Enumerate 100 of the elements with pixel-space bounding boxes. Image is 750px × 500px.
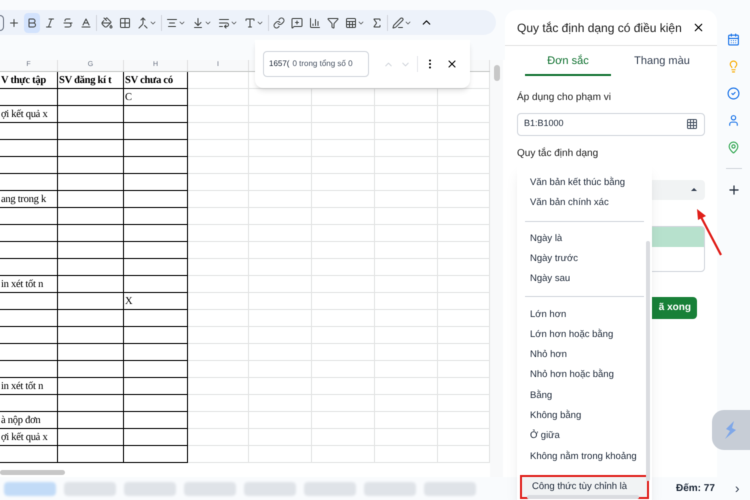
table-cell [312,157,375,174]
menu-item[interactable]: Văn bản kết thúc bằng [517,173,652,194]
menu-item[interactable]: Lớn hơn hoặc bằng [517,324,652,346]
vertical-align-icon [192,16,204,28]
tab[interactable]: Đơn sắc [525,53,611,76]
menu-item[interactable]: Không bằng [517,406,652,426]
table-cell [58,293,124,310]
table-cell [375,429,438,446]
sum-icon [371,16,383,28]
table-cell: in xét tốt n [0,378,58,395]
table-cell: ang trong k [0,191,58,208]
table-cell [375,344,438,361]
table-cell [0,140,58,157]
table-cell [188,89,249,106]
table-cell [375,395,438,412]
table-cell [375,123,438,140]
table-cell [312,361,375,378]
table-cell [375,225,438,242]
strikethrough-icon [62,16,74,28]
table-cell [124,378,188,395]
table-cell [0,361,58,378]
table-cell [249,123,312,140]
range-field[interactable]: B1:B1000 [517,112,705,136]
tab[interactable]: Thang màu [619,53,705,76]
check-circle-icon[interactable] [727,87,740,100]
bold-button[interactable] [24,12,40,32]
table-cell [0,242,58,259]
menu-scrollbar[interactable] [646,241,650,481]
table-cell [188,395,249,412]
borders-icon [119,16,131,28]
menu-item[interactable]: Ở giữa [517,426,652,447]
vertical-scrollbar[interactable] [494,65,500,81]
table-cell [124,208,188,225]
menu-item[interactable]: Ngày trước [517,248,652,270]
table-cell: SV chưa có [124,72,188,89]
person-icon[interactable] [727,114,740,127]
close-icon [692,21,705,34]
table-cell [312,395,375,412]
menu-item[interactable]: Nhỏ hơn [517,345,652,366]
table-cell [312,293,375,310]
menu-item[interactable]: Ngày sau [517,269,652,290]
table-cell [58,89,124,106]
table-cell [124,361,188,378]
table-cell [124,276,188,293]
table-cell [188,174,249,191]
table-cell [249,327,312,344]
map-pin-icon[interactable] [727,141,740,154]
table-cell [0,225,58,242]
table-cell [124,310,188,327]
rules-label: Quy tắc định dạng [516,148,600,160]
table-cell [58,174,124,191]
table-cell [58,106,124,123]
table-cell [58,157,124,174]
table-cell [375,259,438,276]
menu-item[interactable]: Nhỏ hơn hoặc bằng [517,365,652,386]
table-cell [124,106,188,123]
close-icon[interactable] [446,58,458,70]
menu-item[interactable]: Không nằm trong khoảng [517,446,652,467]
table-cell [312,429,375,446]
horizontal-scrollbar[interactable] [0,470,65,474]
italic-icon [44,16,56,28]
table-cell [124,344,188,361]
table-cell [124,242,188,259]
table-cell [312,276,375,293]
table-cell [58,446,124,463]
table-cell [58,242,124,259]
menu-item[interactable]: Bằng [517,386,652,406]
chart-icon [309,16,321,28]
close-button[interactable] [692,21,705,34]
table-cell [249,225,312,242]
table-cell [188,429,249,446]
table-cell [58,225,124,242]
link-icon [273,16,285,28]
find-field[interactable]: 1657( 0 trong tổng số 0 [263,51,369,77]
table-cell [249,140,312,157]
table-cell [312,327,375,344]
caret-up-icon [691,188,697,191]
table-cell [124,140,188,157]
table-cell [188,259,249,276]
calendar-icon[interactable] [727,33,740,46]
plus-icon[interactable] [726,183,740,197]
table-cell [0,344,58,361]
menu-item[interactable]: Văn bản chính xác [517,193,652,214]
menu-item[interactable]: Ngày là [517,228,652,249]
table-cell [124,327,188,344]
table-cell [58,208,124,225]
next-arrow[interactable]: › [734,478,740,499]
table-cell [188,293,249,310]
table-cell [375,361,438,378]
table-cell [58,259,124,276]
table-cell [188,276,249,293]
font-size-field[interactable] [0,14,4,30]
table-cell [58,378,124,395]
align-icon [166,16,178,28]
text-color-icon [80,16,92,28]
table-cell [0,123,58,140]
table-cell [58,395,124,412]
table-cell [188,157,249,174]
table-cell [188,225,249,242]
table-cell [58,344,124,361]
